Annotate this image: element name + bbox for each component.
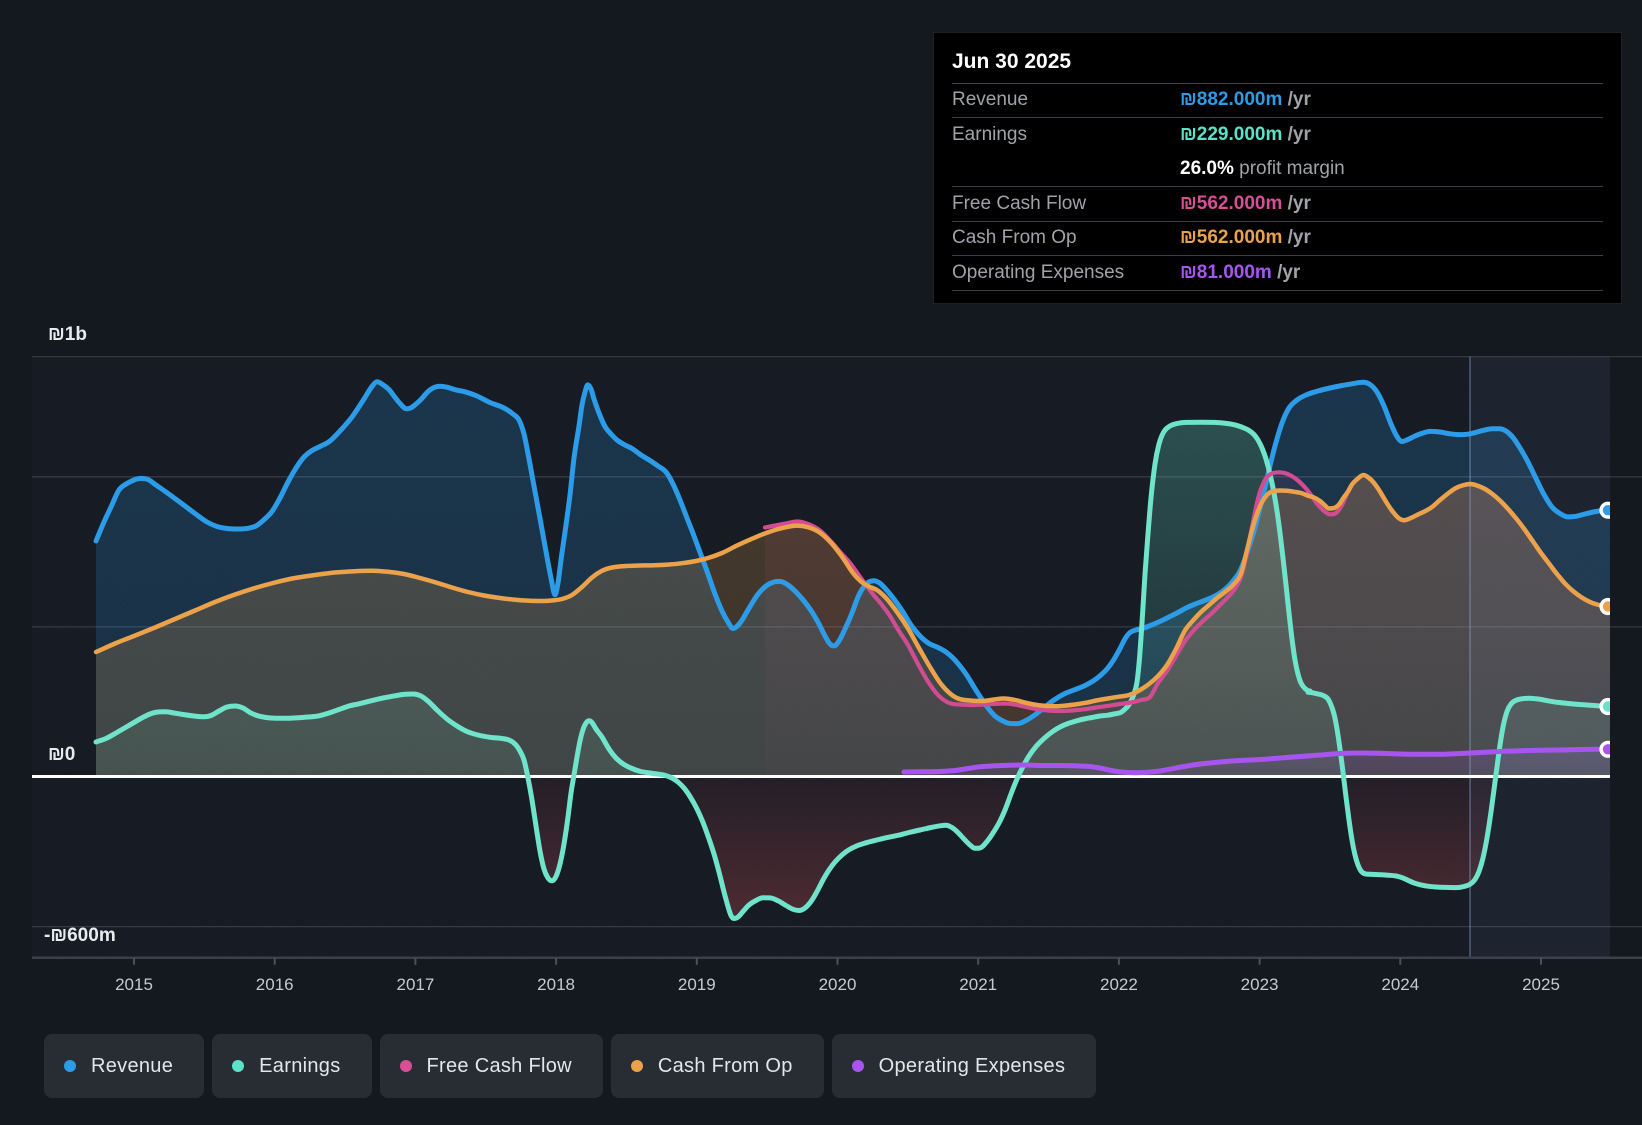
svg-text:2017: 2017 <box>396 975 434 994</box>
svg-text:2019: 2019 <box>678 975 716 994</box>
svg-text:2023: 2023 <box>1241 975 1279 994</box>
svg-text:2015: 2015 <box>115 975 153 994</box>
svg-text:2025: 2025 <box>1522 975 1560 994</box>
svg-text:2021: 2021 <box>959 975 997 994</box>
svg-text:₪1b: ₪1b <box>48 324 87 345</box>
svg-text:2018: 2018 <box>537 975 575 994</box>
svg-text:2024: 2024 <box>1381 975 1419 994</box>
svg-text:-₪600m: -₪600m <box>44 925 116 946</box>
svg-text:2020: 2020 <box>819 975 857 994</box>
svg-text:2016: 2016 <box>256 975 294 994</box>
svg-text:2022: 2022 <box>1100 975 1138 994</box>
svg-text:₪0: ₪0 <box>48 744 75 765</box>
